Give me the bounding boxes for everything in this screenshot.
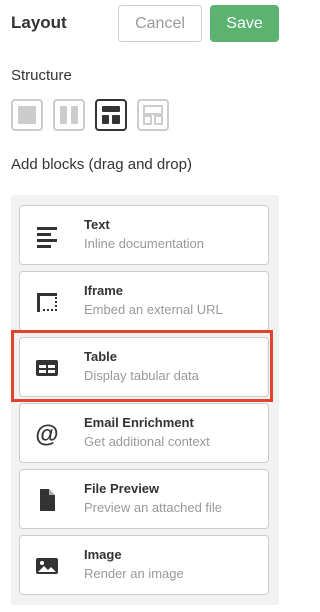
layout-single-button[interactable] [11, 99, 43, 131]
file-icon [40, 489, 55, 511]
block-image[interactable]: Image Render an image [19, 535, 269, 595]
block-name: Email Enrichment [84, 415, 194, 430]
layout-header-two-column-icon [102, 106, 120, 112]
block-description: Inline documentation [84, 236, 204, 251]
at-sign-icon: @ [35, 421, 58, 447]
layout-single-icon [18, 106, 36, 124]
block-name: File Preview [84, 481, 160, 496]
header: Layout Cancel Save [0, 0, 286, 50]
layout-two-row-icon [143, 105, 163, 115]
iframe-icon [37, 293, 57, 312]
layout-header-two-column-button[interactable] [95, 99, 127, 131]
layout-two-column-button[interactable] [53, 99, 85, 131]
layout-two-column-icon [60, 106, 67, 124]
block-description: Embed an external URL [84, 302, 223, 317]
structure-label: Structure [11, 67, 72, 84]
block-description: Get additional context [84, 434, 210, 449]
text-lines-icon [37, 227, 57, 248]
block-name: Iframe [84, 283, 124, 298]
structure-options [11, 99, 169, 133]
block-email-enrichment[interactable]: @ Email Enrichment Get additional contex… [19, 403, 269, 463]
page-title: Layout [11, 13, 67, 32]
block-iframe[interactable]: Iframe Embed an external URL [19, 271, 269, 331]
block-name: Text [84, 217, 110, 232]
add-blocks-label: Add blocks (drag and drop) [11, 156, 192, 173]
block-description: Render an image [84, 566, 184, 581]
block-text[interactable]: Text Inline documentation [19, 205, 269, 265]
block-file-preview[interactable]: File Preview Preview an attached file [19, 469, 269, 529]
block-description: Preview an attached file [84, 500, 223, 515]
layout-two-row-button[interactable] [137, 99, 169, 131]
save-button[interactable]: Save [210, 5, 279, 42]
selection-highlight [11, 330, 273, 402]
image-icon [36, 558, 58, 574]
cancel-button[interactable]: Cancel [118, 5, 202, 42]
block-name: Image [84, 547, 122, 562]
svg-text:@: @ [35, 421, 58, 447]
